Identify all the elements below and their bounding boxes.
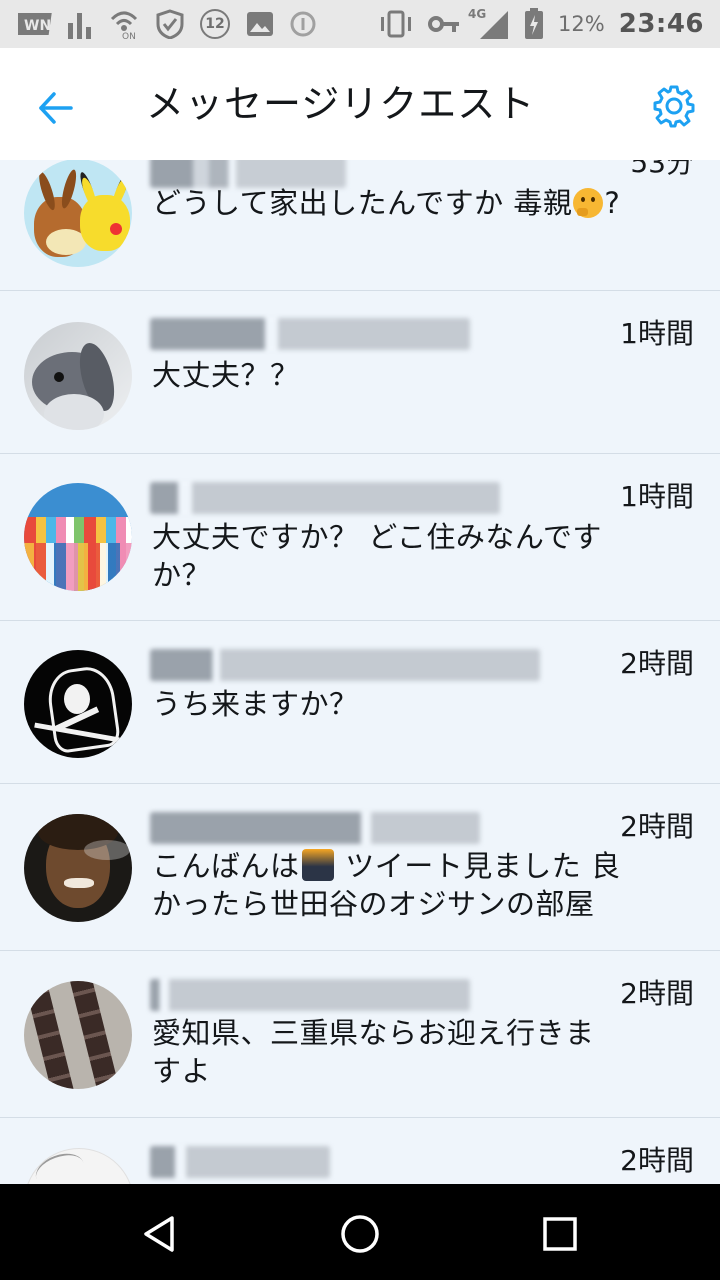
system-nav-bar bbox=[0, 1184, 720, 1280]
avatar-white bbox=[24, 1148, 134, 1184]
clock: 23:46 bbox=[618, 9, 704, 39]
list-item[interactable]: 2時間 bbox=[0, 1118, 720, 1184]
sender-name-blurred bbox=[150, 482, 500, 514]
key-icon bbox=[428, 16, 460, 32]
list-item[interactable]: 2時間 愛知県、三重県ならお迎え行きますよ bbox=[0, 951, 720, 1118]
wnn-icon: WN bbox=[18, 13, 52, 35]
vibrate-icon bbox=[381, 10, 412, 38]
sender-name-blurred bbox=[150, 318, 470, 350]
list-item[interactable]: 1時間 大丈夫ですか？ どこ住みなんですか？ bbox=[0, 454, 720, 621]
back-triangle-icon bbox=[144, 1216, 174, 1252]
gear-icon bbox=[653, 85, 695, 128]
recents-square-icon bbox=[543, 1217, 577, 1251]
list-item[interactable]: 2時間 こんばんは ツイート見ました 良かったら世田谷のオジサンの部屋に来… bbox=[0, 784, 720, 951]
avatar-portrait bbox=[24, 814, 132, 922]
timestamp: 1時間 bbox=[620, 317, 694, 350]
nav-home-button[interactable] bbox=[332, 1206, 388, 1262]
shield-icon bbox=[156, 9, 184, 39]
message-request-list: 53分 どうして家出したんですか 毒親? 1時間 大丈夫？？ 1時間 大丈夫です… bbox=[0, 160, 720, 1184]
sunset-icon bbox=[301, 849, 334, 881]
message-preview: 大丈夫？？ bbox=[152, 358, 300, 392]
image-icon bbox=[247, 12, 273, 36]
cellular-icon: 4G bbox=[468, 7, 510, 39]
avatar-pipes bbox=[24, 981, 132, 1089]
timestamp: 1時間 bbox=[620, 480, 694, 513]
svg-text:WN: WN bbox=[24, 18, 51, 34]
settings-button[interactable] bbox=[646, 78, 702, 134]
list-item[interactable]: 2時間 うち来ますか？ bbox=[0, 621, 720, 784]
nav-recents-button[interactable] bbox=[532, 1206, 588, 1262]
wifi-on-icon: ON bbox=[110, 11, 138, 39]
nav-back-button[interactable] bbox=[132, 1206, 188, 1262]
timestamp: 2時間 bbox=[620, 977, 694, 1010]
notification-count-badge: 12 bbox=[200, 9, 230, 39]
message-preview: こんばんは ツイート見ました 良かったら世田谷のオジサンの部屋に来… bbox=[152, 849, 621, 921]
sender-name-blurred bbox=[150, 979, 470, 1011]
message-preview: うち来ますか？ bbox=[152, 687, 359, 721]
timestamp: 2時間 bbox=[620, 1144, 694, 1177]
avatar-colorful-houses bbox=[24, 483, 132, 591]
avatar-rabbit bbox=[24, 322, 132, 430]
sender-name-blurred bbox=[150, 649, 540, 681]
network-type-label: 4G bbox=[468, 7, 487, 21]
arrow-left-icon bbox=[39, 92, 73, 124]
sender-name-blurred bbox=[150, 812, 480, 844]
sender-name-blurred bbox=[150, 1146, 330, 1178]
status-bar: WN ON 12 4G 12% 23:46 bbox=[0, 0, 720, 48]
signal-bars-icon bbox=[68, 13, 91, 39]
avatar-monochrome-art bbox=[24, 650, 132, 758]
timestamp: 53分 bbox=[630, 160, 694, 179]
thinking-face-icon bbox=[573, 188, 604, 218]
list-item[interactable]: 1時間 大丈夫？？ bbox=[0, 291, 720, 454]
message-preview: どうして家出したんですか 毒親? bbox=[152, 186, 621, 220]
list-item[interactable]: 53分 どうして家出したんですか 毒親? bbox=[0, 160, 720, 291]
avatar-cartoon bbox=[24, 160, 132, 267]
battery-percent: 12% bbox=[558, 12, 605, 36]
app-header: メッセージリクエスト bbox=[0, 48, 720, 161]
timestamp: 2時間 bbox=[620, 647, 694, 680]
home-circle-icon bbox=[341, 1215, 379, 1253]
message-preview: 愛知県、三重県ならお迎え行きますよ bbox=[152, 1016, 595, 1088]
info-icon bbox=[290, 11, 316, 37]
battery-icon bbox=[525, 8, 544, 39]
timestamp: 2時間 bbox=[620, 810, 694, 843]
svg-text:ON: ON bbox=[122, 32, 136, 39]
message-preview: 大丈夫ですか？ どこ住みなんですか？ bbox=[152, 520, 602, 592]
back-button[interactable] bbox=[28, 80, 84, 136]
page-title: メッセージリクエスト bbox=[146, 82, 536, 126]
